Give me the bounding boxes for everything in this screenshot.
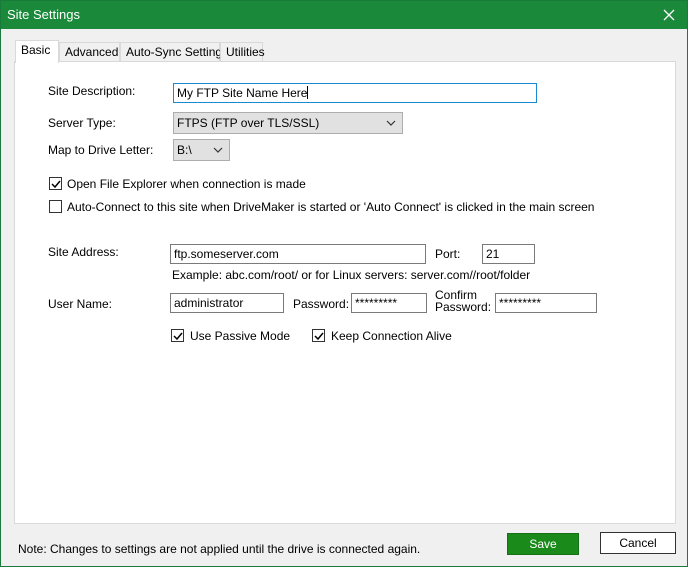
user-name-input[interactable]: administrator (170, 293, 284, 313)
confirm-password-label: Confirm Password: (435, 289, 491, 313)
confirm-password-label-line2: Password: (435, 300, 492, 314)
server-type-label: Server Type: (48, 116, 116, 130)
server-type-select[interactable]: FTPS (FTP over TLS/SSL) (173, 112, 403, 134)
user-name-label: User Name: (48, 297, 113, 311)
auto-connect-checkbox[interactable] (49, 200, 62, 213)
keep-alive-checkbox[interactable] (312, 329, 325, 342)
drive-letter-label: Map to Drive Letter: (48, 143, 154, 157)
drive-letter-select[interactable]: B:\ (173, 139, 230, 161)
port-input[interactable]: 21 (482, 244, 535, 264)
tab-utilities[interactable]: Utilities (220, 42, 265, 62)
drive-letter-value: B:\ (177, 143, 192, 157)
passive-mode-checkbox[interactable] (171, 329, 184, 342)
basic-tab-panel: Site Description: My FTP Site Name Here … (14, 61, 676, 524)
chevron-down-icon (213, 147, 223, 153)
site-description-value: My FTP Site Name Here (177, 86, 308, 100)
cancel-button[interactable]: Cancel (600, 532, 676, 554)
auto-connect-label: Auto-Connect to this site when DriveMake… (67, 200, 595, 214)
footer-note: Note: Changes to settings are not applie… (18, 542, 421, 556)
window-title: Site Settings (7, 7, 80, 22)
password-label: Password: (293, 297, 350, 311)
keep-alive-label: Keep Connection Alive (331, 329, 452, 343)
confirm-password-input[interactable]: ********* (495, 293, 597, 313)
title-bar: Site Settings (1, 1, 687, 29)
checkmark-icon (314, 332, 324, 341)
site-address-input[interactable]: ftp.someserver.com (170, 244, 426, 264)
tab-auto-sync-settings[interactable]: Auto-Sync Settings (120, 42, 228, 62)
server-type-value: FTPS (FTP over TLS/SSL) (177, 116, 320, 130)
port-label: Port: (435, 247, 461, 261)
checkmark-icon (51, 180, 61, 189)
site-settings-window: Site Settings Basic Advanced Auto-Sync S… (0, 0, 688, 567)
open-explorer-label: Open File Explorer when connection is ma… (67, 177, 306, 191)
checkmark-icon (173, 332, 183, 341)
site-address-label: Site Address: (48, 245, 119, 259)
text-caret (307, 86, 309, 99)
open-explorer-checkbox[interactable] (49, 177, 62, 190)
site-description-input[interactable]: My FTP Site Name Here (173, 83, 537, 103)
site-address-example: Example: abc.com/root/ or for Linux serv… (172, 268, 531, 282)
site-description-label: Site Description: (48, 84, 136, 98)
password-input[interactable]: ********* (351, 293, 427, 313)
tab-basic[interactable]: Basic (15, 40, 59, 63)
tab-advanced[interactable]: Advanced (59, 42, 120, 62)
close-icon (663, 9, 675, 21)
passive-mode-label: Use Passive Mode (190, 329, 291, 343)
close-button[interactable] (651, 1, 687, 29)
chevron-down-icon (386, 120, 396, 126)
save-button[interactable]: Save (507, 533, 579, 555)
